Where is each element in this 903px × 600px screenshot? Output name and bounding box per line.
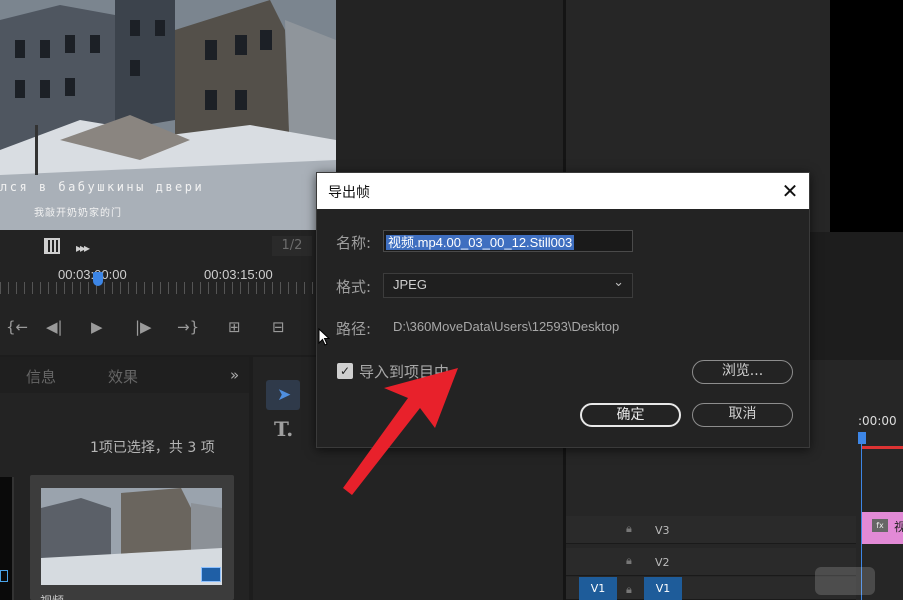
clip-thumbnail-left[interactable] [0, 477, 14, 600]
timecode-next: 00:03:15:00 [204, 267, 273, 282]
chevron-down-icon: ⌄ [613, 275, 624, 290]
fx-badge-icon: fx [872, 519, 888, 532]
track-label: V3 [655, 524, 670, 537]
lock-icon[interactable]: 🔒︎ [626, 583, 632, 597]
selection-tool-icon[interactable]: ➤ [277, 385, 291, 405]
go-to-out-icon[interactable]: →} [177, 318, 199, 336]
text-tool-icon[interactable]: T. [274, 417, 293, 441]
clip-badge-icon [0, 570, 8, 582]
video-preview: лся в бабушкины двери 我敲开奶奶家的门 [0, 0, 336, 230]
film-icon[interactable] [44, 238, 60, 254]
watermark [815, 567, 875, 595]
timeline-timecode: :00:00 [858, 414, 897, 428]
clip-thumbnail[interactable] [41, 488, 222, 585]
resolution-select[interactable]: 1/2 [272, 236, 312, 256]
import-checkbox[interactable]: ✓ [337, 363, 353, 379]
tab-effects[interactable]: 效果 [108, 366, 138, 387]
name-label: 名称: [336, 234, 372, 252]
name-field[interactable]: 视频.mp4.00_03_00_12.Still003 [383, 230, 633, 252]
cancel-button[interactable]: 取消 [692, 403, 793, 427]
source-patch-v1[interactable]: V1 [579, 577, 617, 600]
audio-waveform-icon[interactable]: ▸▸▸ [76, 241, 90, 255]
clip-thumbnail-image [41, 488, 222, 585]
timeline-render-bar [862, 446, 903, 449]
ok-button[interactable]: 确定 [580, 403, 681, 427]
timeline-clip[interactable]: fx 视 [862, 512, 903, 544]
subtitle-chinese: 我敲开奶奶家的门 [34, 208, 122, 219]
track-v2[interactable] [566, 548, 856, 576]
lock-icon[interactable]: 🔒︎ [626, 554, 632, 568]
format-select-value: JPEG [393, 277, 427, 292]
import-label[interactable]: 导入到项目中 [359, 361, 449, 382]
tab-info[interactable]: 信息 [26, 366, 56, 387]
track-label: V2 [655, 556, 670, 569]
dialog-titlebar[interactable]: 导出帧 ✕ [317, 173, 809, 209]
play-icon[interactable]: ▶ [91, 318, 103, 336]
tab-overflow-icon[interactable]: » [230, 366, 239, 384]
dialog-title: 导出帧 [328, 185, 370, 201]
step-back-icon[interactable]: ◀| [46, 318, 63, 336]
selection-status: 1项已选择，共 3 项 [90, 440, 215, 456]
path-value: D:\360MoveData\Users\12593\Desktop [393, 319, 620, 334]
clip-label: 视 [894, 520, 903, 534]
insert-icon[interactable]: ⊞ [228, 318, 241, 336]
export-frame-dialog: 导出帧 ✕ 名称: 视频.mp4.00_03_00_12.Still003 格式… [316, 172, 810, 448]
subtitle-russian: лся в бабушкины двери [0, 180, 205, 194]
format-label: 格式: [336, 278, 372, 296]
browse-button[interactable]: 浏览... [692, 360, 793, 384]
preview-frame [0, 0, 336, 230]
mark-in-icon[interactable]: {← [6, 318, 28, 336]
lock-icon[interactable]: 🔒︎ [626, 522, 632, 536]
clip-type-icon [201, 567, 221, 582]
path-label: 路径: [336, 320, 372, 338]
playhead-marker[interactable] [93, 272, 103, 286]
clip-name: 视频 [40, 592, 64, 600]
track-target-v1[interactable]: V1 [644, 577, 682, 600]
step-forward-icon[interactable]: |▶ [135, 318, 152, 336]
track-v3[interactable] [566, 516, 856, 544]
close-icon[interactable]: ✕ [775, 176, 805, 206]
format-select[interactable]: JPEG ⌄ [383, 273, 633, 298]
mouse-cursor-icon [318, 328, 330, 346]
name-field-value: 视频.mp4.00_03_00_12.Still003 [386, 235, 575, 250]
timeline-playhead[interactable] [858, 432, 866, 444]
overwrite-icon[interactable]: ⊟ [272, 318, 285, 336]
